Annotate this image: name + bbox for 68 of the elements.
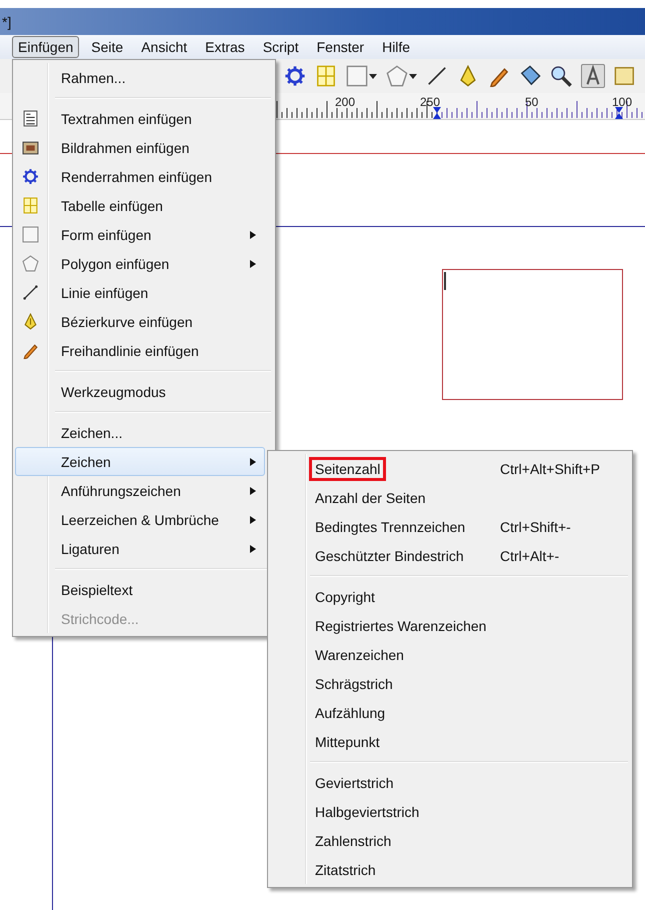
line-icon[interactable] — [426, 65, 448, 87]
submenu-arrow-icon — [250, 486, 256, 494]
menu-item[interactable]: Form einfügen — [15, 220, 265, 249]
text-frame-icon — [22, 110, 39, 127]
submenu-arrow-icon — [250, 516, 256, 524]
square-icon — [22, 226, 39, 243]
menu-item[interactable]: Anführungszeichen — [15, 476, 265, 505]
menu-bar-item[interactable]: Einfügen — [12, 36, 80, 58]
caret-icon[interactable] — [369, 72, 377, 80]
submenu-arrow-icon — [250, 544, 256, 552]
picture-frame-icon — [22, 139, 39, 156]
submenu-arrow-icon — [250, 458, 256, 466]
table-icon — [22, 197, 39, 214]
gear-icon[interactable] — [284, 65, 306, 87]
indent-marker-icon[interactable] — [433, 107, 441, 119]
menu-item[interactable]: Zeichen... — [15, 418, 265, 447]
window-title: *] — [1, 14, 12, 30]
menu-bar-item[interactable]: Extras — [199, 36, 251, 58]
menu-item[interactable]: Beispieltext — [15, 575, 265, 604]
menu-item[interactable]: Bedingtes Trennzeichen Ctrl+Shift+- — [270, 512, 630, 541]
menu-item[interactable]: Geschützter Bindestrich Ctrl+Alt+- — [270, 541, 630, 570]
menu-item[interactable]: Linie einfügen — [15, 278, 265, 307]
menu-item[interactable]: Zeichen — [15, 447, 265, 476]
submenu-arrow-icon — [250, 230, 256, 238]
menu-item[interactable]: Seitenzahl Ctrl+Alt+Shift+P — [270, 454, 630, 483]
menu-item[interactable]: Geviertstrich — [270, 768, 630, 797]
ruler-label: 250 — [420, 95, 440, 109]
menu-item[interactable]: Anzahl der Seiten — [270, 483, 630, 512]
menu-item[interactable]: Registriertes Warenzeichen — [270, 611, 630, 640]
pen-nib-icon — [22, 313, 39, 330]
menu-item[interactable]: Warenzeichen — [270, 640, 630, 669]
line-icon — [22, 284, 39, 301]
search-icon[interactable] — [550, 65, 572, 87]
pentagon-icon — [22, 255, 39, 272]
menu-item[interactable]: Rahmen... — [15, 63, 265, 92]
menu-item[interactable]: Mittepunkt — [270, 727, 630, 756]
ruler-label: 50 — [525, 95, 538, 109]
menu-bar-item[interactable]: Ansicht — [135, 36, 194, 58]
pencil-icon — [22, 342, 39, 359]
menu-item[interactable]: Zitatstrich — [270, 855, 630, 884]
menu-item[interactable]: Leerzeichen & Umbrüche — [15, 505, 265, 534]
menu-item[interactable]: Ligaturen — [15, 534, 265, 563]
menu-item[interactable]: Polygon einfügen — [15, 249, 265, 278]
menu-item[interactable]: Zahlenstrich — [270, 826, 630, 855]
menu-item[interactable]: Bildrahmen einfügen — [15, 133, 265, 162]
menu-bar-item[interactable]: Script — [256, 36, 305, 58]
indent-marker-icon[interactable] — [615, 107, 623, 119]
menu-bar-item[interactable]: Hilfe — [376, 36, 416, 58]
caret-icon[interactable] — [409, 72, 417, 80]
menu-bar-item[interactable]: Fenster — [310, 36, 370, 58]
menu-item[interactable]: Copyright — [270, 582, 630, 611]
menu-item[interactable]: Aufzählung — [270, 698, 630, 727]
submenu-arrow-icon — [250, 260, 256, 268]
gear-icon — [22, 168, 39, 185]
text-frame[interactable] — [442, 269, 623, 400]
menu-bar-item[interactable]: Seite — [85, 36, 130, 58]
menu-item[interactable]: Freihandlinie einfügen — [15, 336, 265, 365]
menu-item[interactable]: Renderrahmen einfügen — [15, 162, 265, 191]
menu-item[interactable]: Tabelle einfügen — [15, 191, 265, 220]
menu-item[interactable]: Textrahmen einfügen — [15, 104, 265, 133]
ruler-label: 100 — [612, 95, 632, 109]
text-edit-icon[interactable] — [581, 64, 605, 88]
menu-item[interactable]: Bézierkurve einfügen — [15, 307, 265, 336]
menu-item[interactable]: Schrägstrich — [270, 669, 630, 698]
menu-item[interactable]: Halbgeviertstrich — [270, 797, 630, 826]
text-cursor — [444, 272, 446, 290]
menu-item[interactable]: Werkzeugmodus — [15, 377, 265, 406]
ruler-label: 200 — [335, 95, 356, 109]
